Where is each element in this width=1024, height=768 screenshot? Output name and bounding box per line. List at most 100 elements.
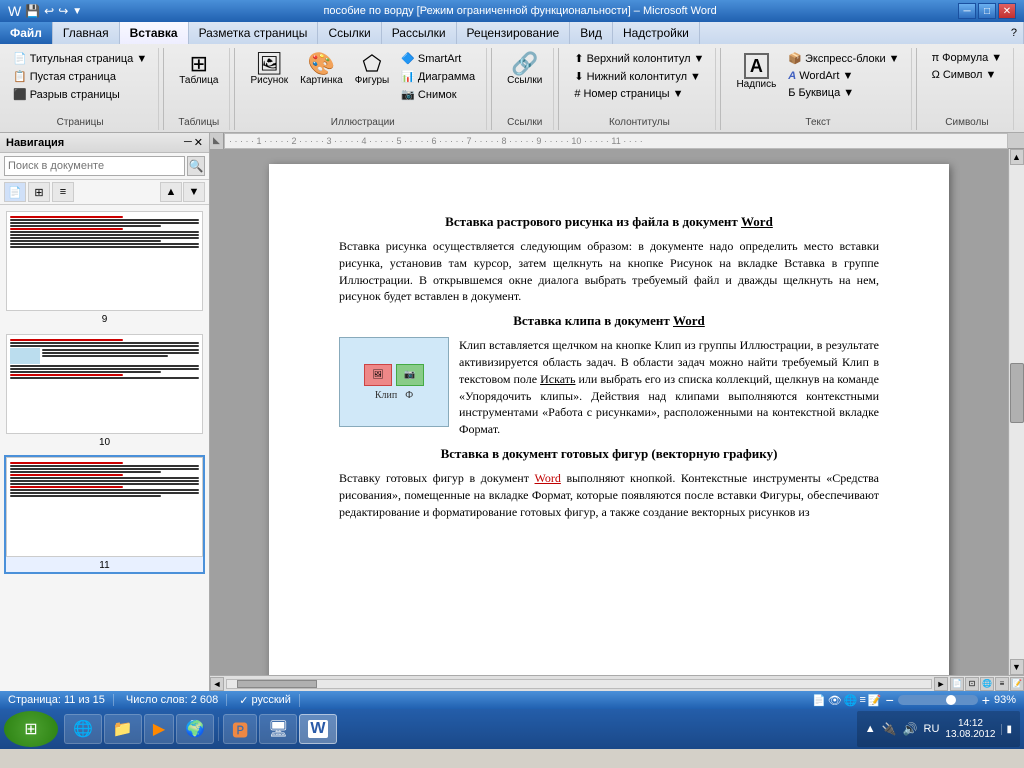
quick-save[interactable]: 💾 bbox=[25, 4, 40, 18]
clipart-button[interactable]: 🎨 Картинка bbox=[295, 50, 348, 89]
close-button[interactable]: ✕ bbox=[998, 3, 1016, 19]
quick-undo[interactable]: ↩ bbox=[44, 4, 54, 18]
document-area[interactable]: Вставка растрового рисунка из файла в до… bbox=[210, 149, 1008, 675]
vertical-scrollbar[interactable]: ▲ ▼ bbox=[1008, 149, 1024, 675]
zoom-thumb[interactable] bbox=[946, 695, 956, 705]
view-outline-btn[interactable]: ≡ bbox=[995, 677, 1009, 691]
nav-close-icon[interactable]: ✕ bbox=[194, 136, 203, 149]
taskbar-ppt[interactable]: 🅿 bbox=[223, 714, 257, 744]
formula-button[interactable]: π Формула ▼ bbox=[927, 50, 1008, 66]
hscroll-thumb[interactable] bbox=[237, 680, 317, 688]
view-outline-icon[interactable]: ≡ bbox=[859, 694, 865, 707]
doc-para-1: Вставка рисунка осуществляется следующим… bbox=[339, 238, 879, 305]
view-read-icon[interactable]: 👁 bbox=[828, 694, 842, 707]
nav-page-11[interactable]: 11 bbox=[4, 455, 205, 574]
nav-search-input[interactable] bbox=[4, 156, 185, 176]
ribbon-tabs: Файл Главная Вставка Разметка страницы С… bbox=[0, 22, 1024, 44]
picture-button[interactable]: 🖼 Рисунок bbox=[245, 50, 293, 89]
hscroll-left[interactable]: ◄ bbox=[210, 677, 224, 691]
blank-page-icon: 📋 bbox=[13, 70, 27, 83]
footer-button[interactable]: ⬇ Нижний колонтитул ▼ bbox=[569, 68, 709, 85]
zoom-slider[interactable] bbox=[898, 695, 978, 705]
chart-button[interactable]: 📊 Диаграмма bbox=[396, 68, 480, 85]
dropcap-button[interactable]: Б Буквица ▼ bbox=[783, 85, 904, 101]
view-print-btn[interactable]: 📄 bbox=[950, 677, 964, 691]
hscroll-right[interactable]: ► bbox=[934, 677, 948, 691]
page-break-button[interactable]: ⬛ Разрыв страницы bbox=[8, 86, 152, 103]
view-draft-icon[interactable]: 📝 bbox=[868, 694, 882, 707]
view-web-btn[interactable]: 🌐 bbox=[980, 677, 994, 691]
nav-view-grid[interactable]: ⊞ bbox=[28, 182, 50, 202]
symbol-button[interactable]: Ω Символ ▼ bbox=[927, 67, 1008, 83]
zoom-out-icon[interactable]: − bbox=[886, 692, 894, 708]
status-lang[interactable]: ✓ русский bbox=[239, 694, 300, 707]
nav-view-pages[interactable]: 📄 bbox=[4, 182, 26, 202]
taskbar-explorer[interactable]: 📁 bbox=[104, 714, 142, 744]
text-group-label: Текст bbox=[805, 115, 830, 128]
scroll-up-arrow[interactable]: ▲ bbox=[1010, 149, 1024, 165]
tab-addons[interactable]: Надстройки bbox=[613, 22, 700, 44]
shapes-button[interactable]: ⬠ Фигуры bbox=[350, 50, 394, 89]
nav-search-button[interactable]: 🔍 bbox=[187, 156, 205, 176]
links-group-label: Ссылки bbox=[507, 115, 542, 128]
textbox-button[interactable]: A Надпись bbox=[731, 50, 781, 93]
nav-page-9[interactable]: 9 bbox=[4, 209, 205, 328]
scroll-down-arrow[interactable]: ▼ bbox=[1010, 659, 1024, 675]
clock: 14:12 13.08.2012 bbox=[945, 718, 995, 740]
view-web-icon[interactable]: 🌐 bbox=[844, 694, 858, 707]
taskbar-word[interactable]: W bbox=[299, 714, 336, 744]
hyperlink-button[interactable]: 🔗 Ссылки bbox=[502, 50, 547, 89]
taskbar-server[interactable]: 🖥 bbox=[259, 714, 297, 744]
nav-view-list[interactable]: ≡ bbox=[52, 182, 74, 202]
blank-page-button[interactable]: 📋 Пустая страница bbox=[8, 68, 152, 85]
header-button[interactable]: ⬆ Верхний колонтитул ▼ bbox=[569, 50, 709, 67]
status-right: 📄 👁 🌐 ≡ 📝 − + 93% bbox=[812, 692, 1016, 708]
zoom-control[interactable]: − + 93% bbox=[886, 692, 1016, 708]
nav-scroll-down[interactable]: ▼ bbox=[183, 182, 205, 202]
taskbar-media[interactable]: ▶ bbox=[144, 714, 174, 744]
tab-view[interactable]: Вид bbox=[570, 22, 613, 44]
quick-blocks-button[interactable]: 📦 Экспресс-блоки ▼ bbox=[783, 50, 904, 67]
page-number-button[interactable]: # Номер страницы ▼ bbox=[569, 86, 709, 102]
quick-dropdown[interactable]: ▼ bbox=[72, 6, 82, 17]
word-link-2: Word bbox=[673, 313, 705, 328]
view-draft-btn[interactable]: 📝 bbox=[1010, 677, 1024, 691]
tray-sound: 🔊 bbox=[903, 722, 918, 736]
wordart-button[interactable]: A WordArt ▼ bbox=[783, 68, 904, 84]
nav-page-10[interactable]: 10 bbox=[4, 332, 205, 451]
title-page-button[interactable]: 📄 Титульная страница ▼ bbox=[8, 50, 152, 67]
screenshot-button[interactable]: 📷 Снимок bbox=[396, 86, 480, 103]
tab-references[interactable]: Ссылки bbox=[318, 22, 381, 44]
navigation-panel: Навигация ─ ✕ 🔍 📄 ⊞ ≡ ▲ ▼ bbox=[0, 133, 210, 691]
page-number-label: Номер страницы ▼ bbox=[583, 88, 683, 100]
start-button[interactable]: ⊞ bbox=[4, 711, 58, 747]
taskbar-chrome[interactable]: 🌍 bbox=[176, 714, 214, 744]
table-button[interactable]: ⊞ Таблица bbox=[174, 50, 223, 89]
scroll-thumb[interactable] bbox=[1010, 363, 1024, 423]
minimize-button[interactable]: ─ bbox=[958, 3, 976, 19]
nav-scroll-up[interactable]: ▲ bbox=[160, 182, 182, 202]
tab-file[interactable]: Файл bbox=[0, 22, 53, 44]
view-full-btn[interactable]: ⊡ bbox=[965, 677, 979, 691]
maximize-button[interactable]: □ bbox=[978, 3, 996, 19]
lang-indicator[interactable]: RU bbox=[924, 723, 940, 735]
tab-insert[interactable]: Вставка bbox=[120, 22, 189, 44]
quick-redo[interactable]: ↪ bbox=[58, 4, 68, 18]
taskbar-ie[interactable]: 🌐 bbox=[64, 714, 102, 744]
view-print-icon[interactable]: 📄 bbox=[812, 694, 826, 707]
textbox-label: Надпись bbox=[736, 79, 776, 90]
chart-label: Диаграмма bbox=[418, 71, 475, 83]
tab-home[interactable]: Главная bbox=[53, 22, 120, 44]
zoom-in-icon[interactable]: + bbox=[982, 692, 990, 708]
help-button[interactable]: ? bbox=[1005, 22, 1024, 44]
smartart-button[interactable]: 🔷 SmartArt bbox=[396, 50, 480, 67]
tab-mailings[interactable]: Рассылки bbox=[382, 22, 457, 44]
nav-resize-icon[interactable]: ─ bbox=[184, 136, 192, 149]
tab-review[interactable]: Рецензирование bbox=[457, 22, 571, 44]
hscroll-track[interactable] bbox=[226, 679, 932, 689]
tab-layout[interactable]: Разметка страницы bbox=[189, 22, 319, 44]
status-lang-label: русский bbox=[251, 694, 290, 706]
tray-arrow[interactable]: ▲ bbox=[865, 723, 876, 735]
show-desktop[interactable]: ▮ bbox=[1001, 724, 1012, 735]
horizontal-scroll-area: ◄ ► 📄 ⊡ 🌐 ≡ 📝 bbox=[210, 675, 1024, 691]
